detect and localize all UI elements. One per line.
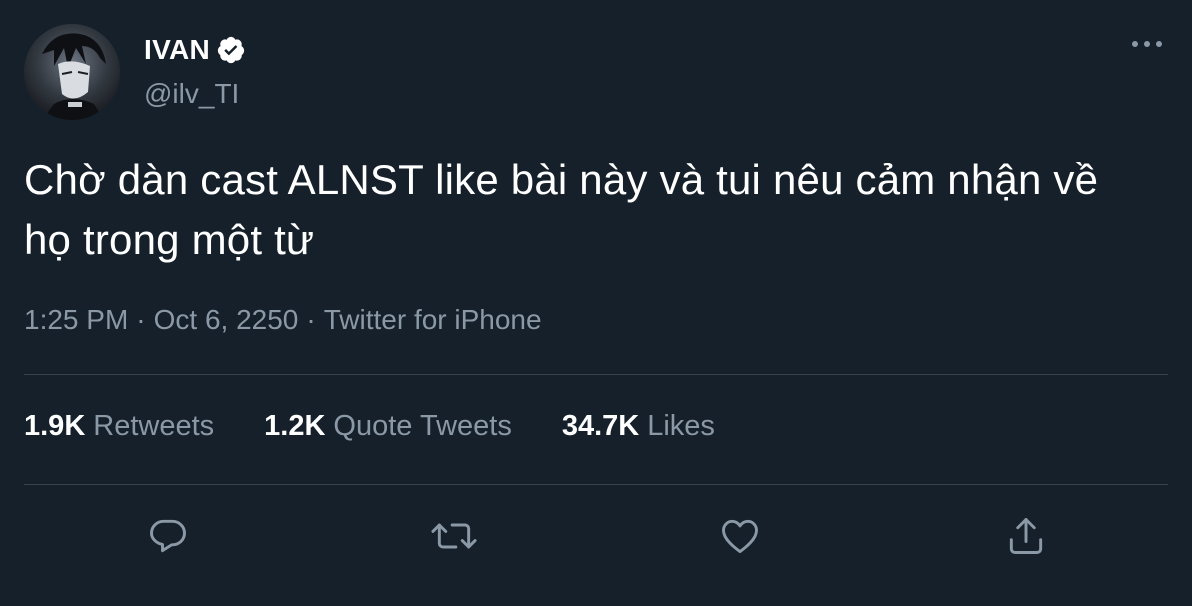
divider <box>24 484 1168 485</box>
likes-stat[interactable]: 34.7K Likes <box>562 410 715 443</box>
likes-label: Likes <box>647 410 715 442</box>
reply-icon <box>150 519 186 553</box>
quote-tweets-count: 1.2K <box>264 410 326 442</box>
reply-button[interactable] <box>142 510 194 562</box>
tweet-date: Oct 6, 2250 <box>153 304 299 335</box>
retweets-stat[interactable]: 1.9K Retweets <box>24 410 214 443</box>
author-name-row[interactable]: IVAN <box>144 30 246 70</box>
quote-tweets-stat[interactable]: 1.2K Quote Tweets <box>264 410 512 443</box>
tweet-metadata: 1:25 PM · Oct 6, 2250 · Twitter for iPhone <box>24 304 542 336</box>
meta-separator: · <box>136 304 146 335</box>
avatar-image <box>24 24 120 120</box>
quote-tweets-label: Quote Tweets <box>333 410 512 442</box>
tweet-time-link[interactable]: 1:25 PM · Oct 6, 2250 <box>24 304 298 335</box>
author-display-name[interactable]: IVAN <box>144 34 210 66</box>
tweet-text: Chờ dàn cast ALNST like bài này và tui n… <box>24 156 1099 263</box>
meta-separator: · <box>306 304 316 335</box>
share-button[interactable] <box>1000 510 1052 562</box>
tweet-actions-bar <box>24 510 1168 562</box>
engagement-stats: 1.9K Retweets 1.2K Quote Tweets 34.7K Likes <box>24 410 765 443</box>
likes-count: 34.7K <box>561 410 640 442</box>
author-handle[interactable]: @ilv_TI <box>144 78 239 110</box>
tweet-source-link[interactable]: Twitter for iPhone <box>324 304 542 335</box>
avatar[interactable] <box>24 24 120 120</box>
heart-icon <box>722 519 758 554</box>
retweet-icon <box>431 523 477 549</box>
retweet-button[interactable] <box>428 510 480 562</box>
retweets-count: 1.9K <box>24 410 86 442</box>
like-button[interactable] <box>714 510 766 562</box>
more-options-button[interactable] <box>1130 32 1164 56</box>
divider <box>24 374 1168 375</box>
share-icon <box>1009 518 1043 554</box>
tweet-time: 1:25 PM <box>24 304 129 335</box>
more-icon <box>1132 41 1162 47</box>
verified-badge-icon <box>216 35 246 65</box>
retweets-label: Retweets <box>93 410 215 442</box>
tweet-detail: IVAN @ilv_TI Chờ dàn cast ALNST like bài… <box>0 0 1192 606</box>
